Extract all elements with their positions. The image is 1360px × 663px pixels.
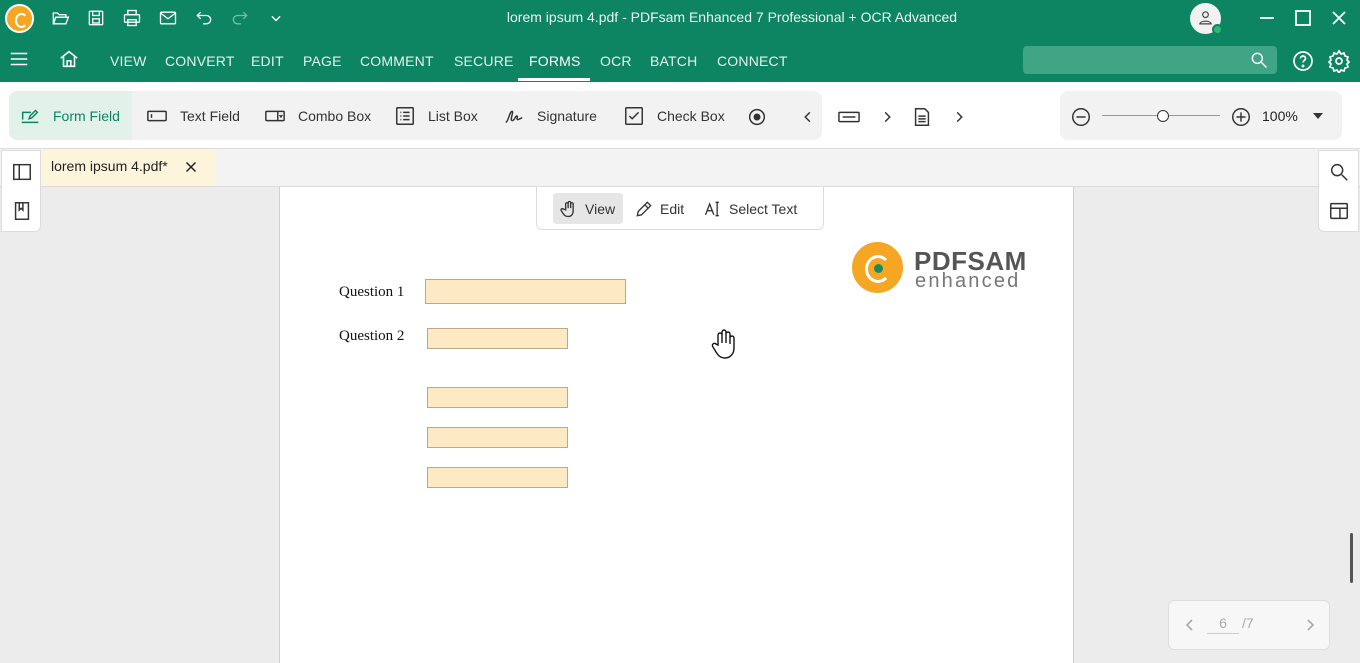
view-mode-label: View: [585, 200, 616, 217]
hamburger-menu-icon[interactable]: [8, 48, 32, 70]
radio-button-icon[interactable]: [746, 106, 768, 128]
edit-mode-label: Edit: [660, 200, 685, 217]
form-field-label: Form Field: [53, 107, 120, 124]
minimize-button[interactable]: [1255, 6, 1279, 30]
question-2-field-4[interactable]: [427, 467, 568, 488]
active-tab-indicator: [518, 78, 590, 81]
search-input[interactable]: [1023, 46, 1277, 74]
pdfsam-logo-icon: [852, 242, 903, 293]
signature-label: Signature: [537, 107, 597, 124]
document-form-dropdown-icon[interactable]: [948, 106, 964, 128]
tab-page[interactable]: PAGE: [303, 53, 342, 69]
tab-batch[interactable]: BATCH: [650, 53, 697, 69]
text-field-label: Text Field: [180, 107, 240, 124]
zoom-out-icon[interactable]: [1070, 106, 1092, 128]
question-2-field-2[interactable]: [427, 387, 568, 408]
check-box-button[interactable]: Check Box: [623, 91, 725, 140]
signature-icon: [505, 110, 523, 123]
select-text-mode-button[interactable]: Select Text: [697, 193, 805, 224]
tab-forms[interactable]: FORMS: [529, 53, 581, 69]
pencil-icon: [636, 200, 652, 217]
zoom-slider-thumb[interactable]: [1157, 110, 1169, 122]
find-search-icon[interactable]: [1328, 161, 1350, 183]
title-bar: lorem ipsum 4.pdf - PDFsam Enhanced 7 Pr…: [0, 0, 1360, 36]
form-field-icon: [21, 108, 39, 123]
interaction-mode-bar: View Edit Select Text: [536, 187, 824, 230]
total-pages: /7: [1242, 615, 1254, 631]
question-2-field-3[interactable]: [427, 427, 568, 448]
current-page-input[interactable]: 6: [1207, 615, 1239, 634]
tab-secure[interactable]: SECURE: [454, 53, 514, 69]
close-window-button[interactable]: [1327, 6, 1351, 30]
button-field-icon[interactable]: [838, 106, 860, 128]
help-icon[interactable]: [1291, 49, 1315, 73]
document-tab-label: lorem ipsum 4.pdf*: [51, 158, 168, 174]
question-1-label: Question 1: [339, 284, 405, 300]
document-form-icon[interactable]: [911, 106, 933, 128]
check-box-label: Check Box: [657, 107, 725, 124]
hand-cursor-icon: [710, 327, 738, 359]
pdfsam-logo-subtitle: enhanced: [915, 270, 1021, 292]
question-2-label: Question 2: [339, 328, 405, 344]
tab-edit[interactable]: EDIT: [251, 53, 284, 69]
list-box-button[interactable]: List Box: [394, 91, 478, 140]
form-field-button[interactable]: Form Field: [9, 91, 132, 140]
vertical-scrollbar-thumb[interactable]: [1350, 533, 1353, 583]
tab-view[interactable]: VIEW: [110, 53, 147, 69]
search-icon: [1251, 52, 1268, 69]
tab-convert[interactable]: CONVERT: [165, 53, 235, 69]
user-icon: [1199, 11, 1212, 25]
question-2-field-1[interactable]: [427, 328, 568, 349]
bookmarks-panel-icon[interactable]: [11, 200, 33, 222]
previous-page-icon[interactable]: [1183, 616, 1197, 634]
select-text-mode-label: Select Text: [729, 200, 798, 217]
hand-icon: [560, 200, 574, 217]
question-1-text-field[interactable]: [425, 279, 626, 304]
text-field-button[interactable]: Text Field: [146, 91, 240, 140]
maximize-button[interactable]: [1291, 6, 1315, 30]
tab-ocr[interactable]: OCR: [600, 53, 632, 69]
close-tab-icon[interactable]: [182, 158, 200, 176]
document-tab-strip: lorem ipsum 4.pdf*: [0, 149, 1360, 187]
scroll-left-icon[interactable]: [797, 106, 813, 128]
button-field-dropdown-icon[interactable]: [876, 106, 892, 128]
tab-connect[interactable]: CONNECT: [717, 53, 788, 69]
zoom-dropdown-icon[interactable]: [1313, 113, 1323, 119]
next-page-icon[interactable]: [1303, 616, 1317, 634]
window-title: lorem ipsum 4.pdf - PDFsam Enhanced 7 Pr…: [506, 9, 958, 25]
view-mode-button[interactable]: View: [553, 193, 624, 224]
zoom-value[interactable]: 100%: [1262, 108, 1298, 124]
text-field-icon: [147, 110, 167, 121]
menu-bar: VIEW CONVERT EDIT PAGE COMMENT SECURE FO…: [0, 36, 1360, 82]
select-text-icon: [704, 201, 719, 216]
signature-button[interactable]: Signature: [503, 91, 597, 140]
combo-box-label: Combo Box: [298, 107, 372, 124]
list-box-label: List Box: [428, 107, 478, 124]
settings-gear-icon[interactable]: [1327, 49, 1351, 75]
thumbnails-panel-icon[interactable]: [11, 161, 33, 183]
properties-panel-icon[interactable]: [1328, 200, 1350, 222]
list-box-icon: [396, 106, 414, 125]
check-box-icon: [625, 106, 643, 125]
home-icon[interactable]: [58, 48, 82, 70]
online-status-icon: [1212, 24, 1223, 35]
forms-ribbon: Form Field Text Field Combo Box List Box…: [0, 82, 1360, 149]
combo-box-button[interactable]: Combo Box: [264, 91, 371, 140]
tab-comment[interactable]: COMMENT: [360, 53, 434, 69]
combo-box-icon: [265, 110, 285, 121]
page-navigator: 6 /7: [1168, 600, 1330, 650]
zoom-in-icon[interactable]: [1230, 106, 1252, 128]
left-side-panel: [1, 150, 41, 232]
document-tab[interactable]: lorem ipsum 4.pdf*: [42, 149, 216, 185]
edit-mode-button[interactable]: Edit: [628, 193, 692, 224]
right-side-panel: [1318, 150, 1359, 232]
